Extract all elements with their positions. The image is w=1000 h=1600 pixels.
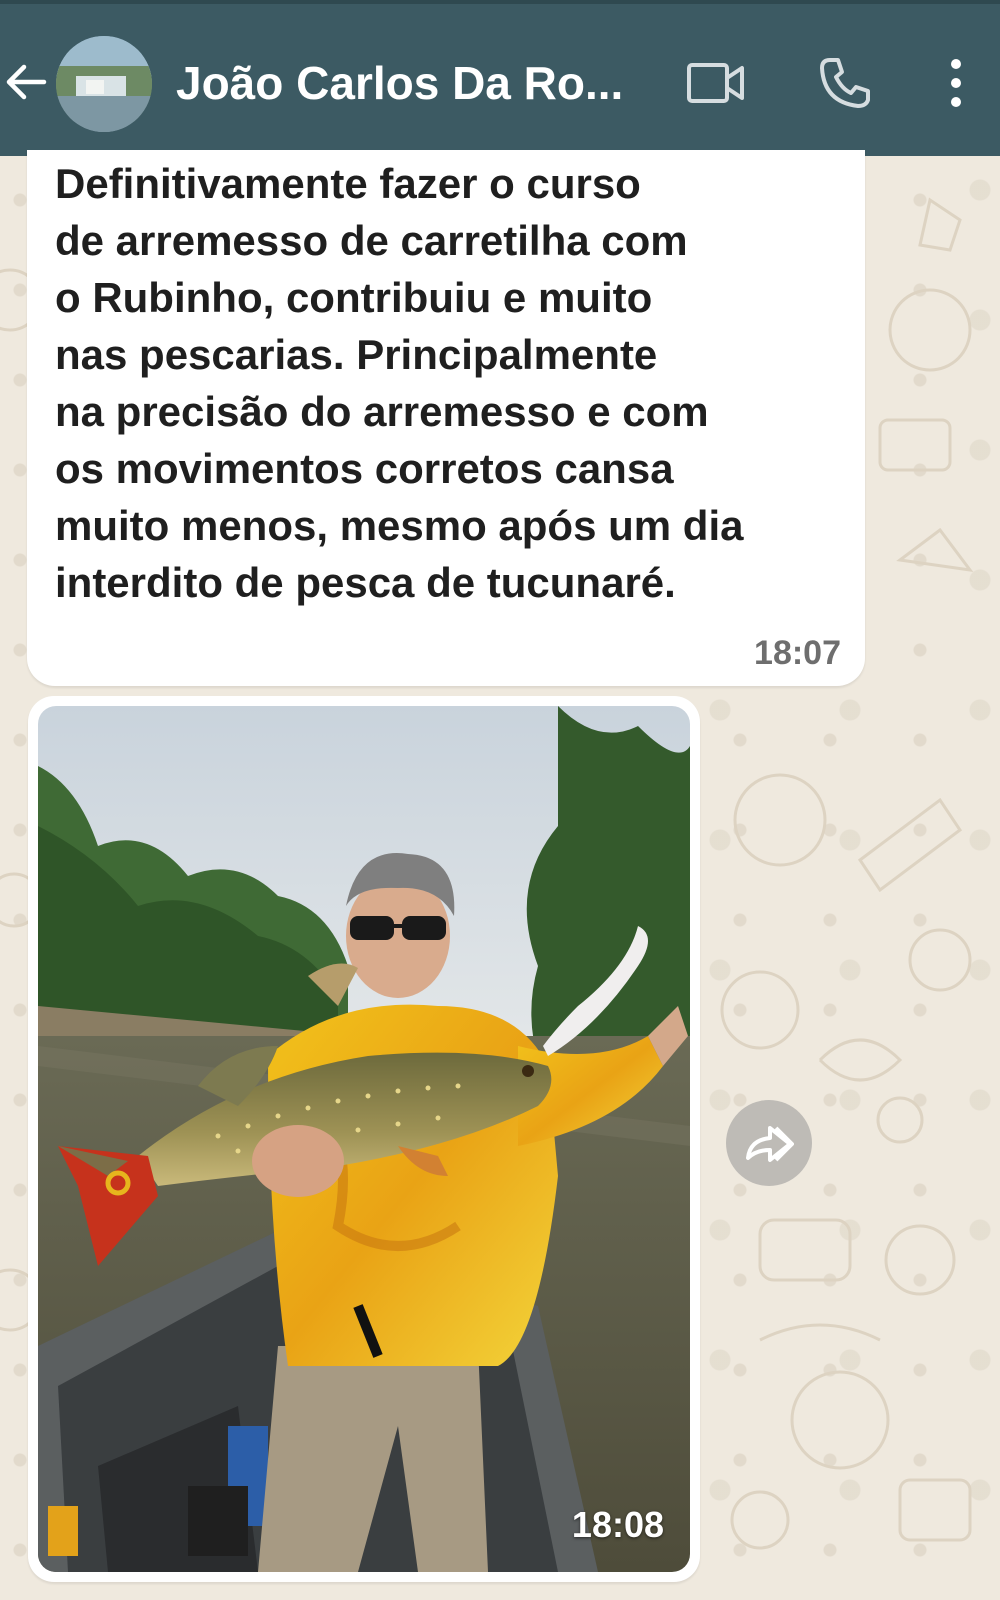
forward-icon [746,1126,794,1162]
message-line: Definitivamente fazer o curso [55,160,641,207]
message-timestamp: 18:07 [754,634,841,672]
fishing-photo[interactable]: 18:08 [38,706,690,1572]
image-timestamp: 18:08 [571,1504,664,1545]
message-line: os movimentos corretos cansa [55,445,674,492]
message-line: interdito de pesca de tucunaré. [55,559,676,606]
forward-button[interactable] [726,1100,812,1186]
video-call-icon[interactable] [686,58,746,108]
message-line: nas pescarias. Principalmente [55,331,658,378]
incoming-image-message[interactable]: 18:08 [28,696,700,1582]
photo-illustration [38,706,690,1572]
chat-header: João Carlos Da Ro... [0,0,1000,156]
more-options-icon[interactable] [944,56,968,110]
message-line: na precisão do arremesso e com [55,388,709,435]
message-line: o Rubinho, contribuiu e muito [55,274,653,321]
message-line: de arremesso de carretilha com [55,217,688,264]
contact-avatar[interactable] [56,36,152,132]
avatar-image [56,36,152,132]
incoming-text-message[interactable]: Definitivamente fazer o curso de arremes… [27,150,865,686]
back-arrow-icon[interactable] [2,58,50,106]
phone-call-icon[interactable] [818,56,872,110]
contact-name[interactable]: João Carlos Da Ro... [176,56,646,110]
message-line: muito menos, mesmo após um dia [55,502,744,549]
